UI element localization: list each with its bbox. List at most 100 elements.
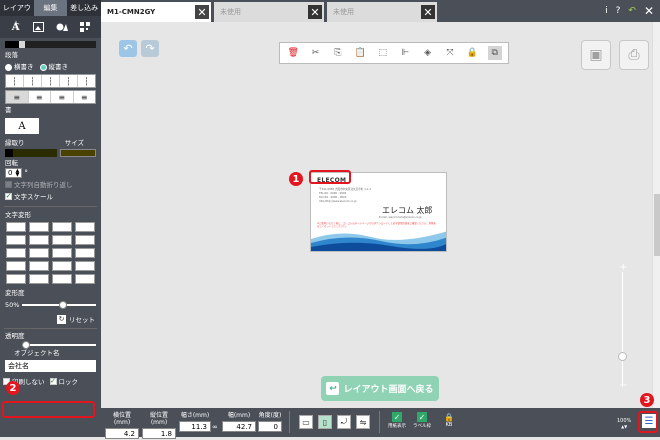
zoom-percent[interactable]: 100% ▲▼	[617, 418, 631, 429]
border-color-swatch[interactable]	[5, 149, 57, 157]
select-icon[interactable]: ⬚	[376, 46, 390, 60]
shape-option[interactable]	[29, 248, 49, 258]
text-scale-option[interactable]: ✓ 文字スケール	[0, 190, 101, 202]
orientation-flip-icon[interactable]: ⇋	[356, 415, 370, 429]
lock-checkbox[interactable]: ✓	[49, 377, 57, 385]
zoom-knob[interactable]	[618, 352, 627, 361]
close-tab-icon[interactable]: ✕	[195, 5, 209, 19]
qrcode-tool-icon[interactable]	[78, 20, 92, 34]
label-frame-toggle[interactable]: ✓ ラベル枠	[412, 412, 432, 429]
tab-document[interactable]: M1-CMN2GY ✕	[101, 2, 211, 22]
y-position-input[interactable]: 1.8	[142, 428, 176, 439]
card-name[interactable]: エレコム 太郎	[382, 205, 433, 216]
card-email[interactable]: E-mail: elecom.taro@xxxxxx.co.jp	[379, 216, 422, 219]
rotation-input[interactable]: 0 ▲ ▼	[5, 168, 23, 178]
link-ratio-icon[interactable]: ∞	[212, 423, 218, 431]
tab-unused-2[interactable]: 未使用 ✕	[327, 2, 437, 22]
shape-option[interactable]	[75, 222, 95, 232]
valign-1-icon[interactable]: ┆	[6, 75, 24, 87]
shape-option[interactable]	[75, 274, 95, 284]
print-icon[interactable]: ⎙	[619, 40, 649, 70]
business-card-preview[interactable]: ELECOM 〒541-0056 大阪市中央区北久宝寺町 1-1-1 TEL:0…	[310, 172, 447, 252]
text-tool-icon[interactable]: A	[9, 20, 23, 34]
image-tool-icon[interactable]	[32, 20, 46, 34]
shape-option[interactable]	[6, 274, 26, 284]
return-to-layout-button[interactable]: ↩ レイアウト画面へ戻る	[321, 376, 439, 401]
shape-option[interactable]	[52, 222, 72, 232]
close-tab-icon[interactable]: ✕	[308, 5, 322, 19]
nav-tab-edit[interactable]: 編集	[33, 0, 68, 16]
cut-icon[interactable]: ✂	[309, 46, 323, 60]
shape-tool-icon[interactable]	[55, 20, 69, 34]
zoom-track[interactable]	[622, 272, 623, 387]
transform-icon[interactable]: ⤧	[443, 46, 457, 60]
align-left-icon[interactable]: ≡	[6, 91, 29, 103]
keyboard-icon[interactable]: 🔒 KB	[443, 413, 455, 429]
opacity-track[interactable]	[22, 341, 96, 349]
shape-option[interactable]	[52, 248, 72, 258]
shape-option[interactable]	[75, 261, 95, 271]
zoom-out-icon[interactable]: −	[619, 380, 627, 391]
shape-option[interactable]	[29, 274, 49, 284]
info-icon[interactable]: i	[605, 6, 608, 16]
delete-icon[interactable]: 🗑	[286, 46, 300, 60]
shape-option[interactable]	[29, 261, 49, 271]
deform-track[interactable]	[22, 301, 96, 309]
paper-display-checkbox[interactable]: ✓	[392, 412, 402, 422]
lock-icon[interactable]: 🔒	[465, 46, 479, 60]
nav-tab-layout[interactable]: レイアウト	[0, 0, 34, 28]
group-icon[interactable]: ⧉	[487, 46, 502, 60]
align-center-icon[interactable]: ≡	[29, 91, 51, 103]
opacity-knob[interactable]	[22, 341, 30, 349]
height-input[interactable]: 11.3	[179, 421, 211, 432]
text-color-swatch[interactable]	[5, 41, 96, 48]
deform-knob[interactable]	[59, 301, 68, 309]
back-icon[interactable]: ↶	[628, 6, 636, 16]
wrap-option[interactable]: 文字列自動折り返し	[0, 178, 101, 190]
shape-option[interactable]	[75, 248, 95, 258]
horizontal-radio[interactable]: 横書き	[5, 61, 34, 71]
reset-button[interactable]: ↻ リセット	[0, 312, 101, 326]
zoom-in-icon[interactable]: +	[619, 262, 627, 273]
shape-option[interactable]	[52, 274, 72, 284]
shape-option[interactable]	[6, 248, 26, 258]
vertical-radio[interactable]: 縦書き	[39, 61, 68, 71]
shape-option[interactable]	[52, 261, 72, 271]
align-justify-icon[interactable]: ≡	[74, 91, 96, 103]
help-icon[interactable]: ?	[616, 6, 621, 16]
orientation-landscape-icon[interactable]: ▭	[299, 415, 313, 429]
lock-option[interactable]: ✓ ロック	[49, 376, 78, 386]
shape-option[interactable]	[75, 235, 95, 245]
shape-option[interactable]	[29, 235, 49, 245]
x-position-input[interactable]: 4.2	[105, 428, 139, 439]
undo-icon[interactable]: ↶	[119, 40, 137, 57]
tab-unused-1[interactable]: 未使用 ✕	[214, 2, 324, 22]
shape-option[interactable]	[6, 235, 26, 245]
font-size-selector[interactable]	[60, 149, 96, 157]
canvas-area[interactable]: ↶ ↷ 🗑 ✂ ⎘ 📋 ⬚ ⊩ ◈ ⤧ 🔒 ⧉ ▣ ⎙ ELECOM 〒541-…	[101, 22, 660, 408]
close-app-icon[interactable]: ✕	[644, 4, 654, 18]
angle-input[interactable]: 0	[258, 421, 282, 432]
nav-tab-merge[interactable]: 差し込み	[67, 0, 101, 16]
shape-option[interactable]	[52, 235, 72, 245]
valign-5-icon[interactable]: ┆	[78, 75, 95, 87]
orientation-rotate-icon[interactable]: ⤾	[337, 415, 351, 429]
valign-4-icon[interactable]: ┆	[60, 75, 78, 87]
label-frame-checkbox[interactable]: ✓	[417, 412, 427, 422]
save-icon[interactable]: ▣	[581, 40, 611, 70]
vertical-scrollbar[interactable]	[652, 22, 660, 408]
paste-icon[interactable]: 📋	[353, 46, 367, 60]
shape-option[interactable]	[29, 222, 49, 232]
valign-3-icon[interactable]: ┆	[42, 75, 60, 87]
valign-2-icon[interactable]: ┆	[24, 75, 42, 87]
close-tab-icon[interactable]: ✕	[421, 5, 435, 19]
width-input[interactable]: 42.7	[222, 421, 256, 432]
layers-icon[interactable]: ◈	[421, 46, 435, 60]
copy-icon[interactable]: ⎘	[331, 46, 345, 60]
align-icon[interactable]: ⊩	[398, 46, 412, 60]
text-scale-checkbox[interactable]: ✓	[5, 192, 12, 200]
shape-option[interactable]	[6, 222, 26, 232]
scroll-thumb[interactable]	[654, 194, 660, 256]
font-selector[interactable]: A	[5, 118, 39, 134]
object-name-input[interactable]: 会社名	[5, 360, 96, 372]
